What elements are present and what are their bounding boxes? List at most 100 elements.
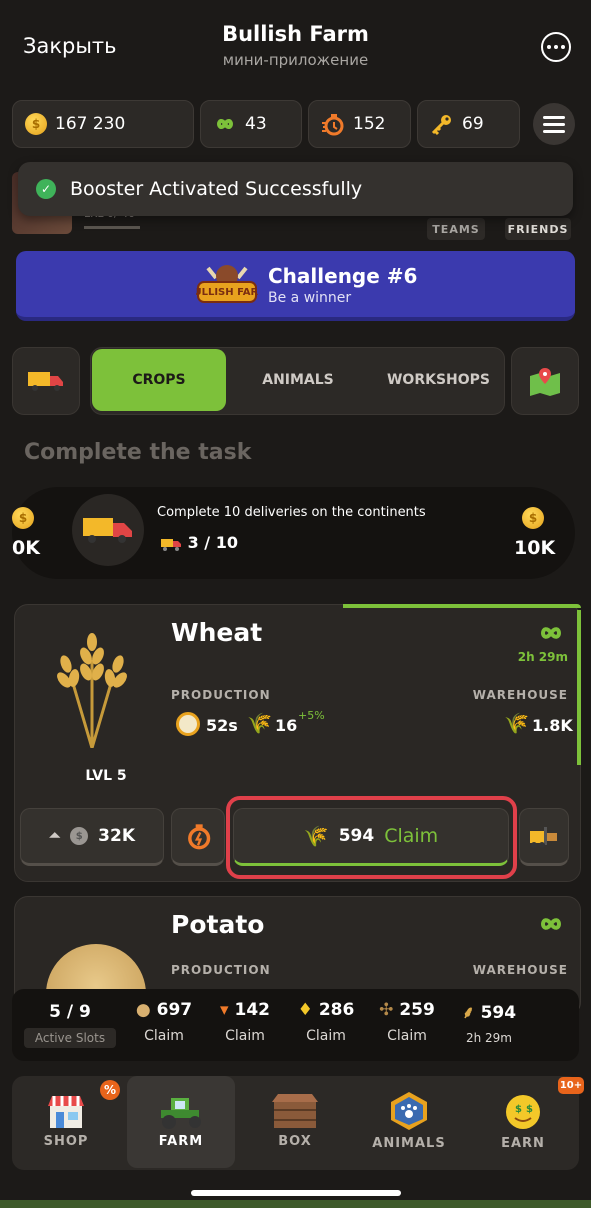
- speedup-button[interactable]: [171, 808, 225, 866]
- toast-notification: ✓ Booster Activated Successfully: [18, 162, 573, 216]
- stopwatch-icon: [322, 114, 344, 136]
- slot-label: Claim: [387, 1028, 427, 1044]
- truck-icon: [28, 372, 63, 391]
- tab-crops[interactable]: CROPS: [92, 349, 226, 411]
- slot-value: 142: [234, 1000, 270, 1020]
- truck-icon: [161, 538, 181, 551]
- wheat-icon: [57, 633, 127, 748]
- app-subtitle: мини-приложение: [222, 51, 369, 69]
- task-progress-value: 3 / 10: [187, 533, 238, 552]
- slot-grape[interactable]: ✣ 259 Claim: [367, 1000, 447, 1044]
- warehouse-amount: 1.8K: [532, 716, 573, 735]
- production-time: 52s: [206, 716, 238, 735]
- map-icon: [530, 368, 560, 396]
- claim-highlight: [226, 796, 517, 879]
- crop-name: Potato: [171, 910, 265, 939]
- home-indicator: [191, 1190, 401, 1196]
- profile-progress-bar: [84, 226, 140, 229]
- wheat-icon: 🌾: [247, 711, 272, 735]
- coin-icon: $: [522, 507, 544, 529]
- nav-farm[interactable]: FARM: [127, 1076, 235, 1168]
- nav-box[interactable]: BOX: [241, 1076, 349, 1168]
- teams-chip[interactable]: TEAMS: [427, 218, 485, 240]
- boosters-value: 43: [245, 114, 267, 134]
- corn-icon: ♦: [297, 1000, 313, 1020]
- infinity-booster-icon: [216, 119, 234, 129]
- delivery-icon-circle: [72, 494, 144, 566]
- nav-label: ANIMALS: [372, 1136, 446, 1151]
- slot-corn[interactable]: ♦ 286 Claim: [286, 1000, 366, 1044]
- silver-coin-icon: $: [70, 827, 89, 845]
- slot-label: Claim: [144, 1028, 184, 1044]
- upgrade-button[interactable]: ⏶ $ 32K: [20, 808, 164, 866]
- active-slots-counter: 5 / 9 Active Slots: [24, 1002, 116, 1048]
- challenge-subtitle: Be a winner: [268, 290, 352, 306]
- key-icon: [431, 115, 451, 136]
- wheat-icon: ⸙: [461, 1003, 475, 1023]
- sale-badge: %: [100, 1080, 120, 1100]
- warehouse-label: WAREHOUSE: [472, 688, 568, 702]
- logo-text: BULLISH FARM: [196, 287, 258, 298]
- stopwatch-icon: [188, 824, 211, 850]
- active-slots-label: Active Slots: [24, 1028, 116, 1048]
- production-label: PRODUCTION: [171, 963, 271, 977]
- coins-balance[interactable]: $ 167 230: [12, 100, 194, 148]
- double-chevron-up-icon: ⏶: [48, 828, 61, 844]
- money-face-icon: $ $: [506, 1095, 540, 1129]
- slot-value: 259: [399, 1000, 435, 1020]
- grape-icon: ✣: [379, 1000, 394, 1020]
- tab-workshops[interactable]: WORKSHOPS: [380, 349, 497, 411]
- timers-value: 152: [353, 114, 386, 134]
- boosters-balance[interactable]: 43: [200, 100, 302, 148]
- forklift-button[interactable]: [519, 808, 569, 866]
- svg-text:$: $: [526, 1104, 533, 1115]
- map-button[interactable]: [511, 347, 579, 415]
- nav-label: FARM: [158, 1134, 204, 1149]
- notification-badge: 10+: [558, 1077, 584, 1094]
- boost-timer: 2h 29m: [517, 650, 568, 664]
- tractor-icon: [161, 1098, 201, 1129]
- clock-icon: [176, 712, 200, 736]
- delivery-truck-button[interactable]: [12, 347, 80, 415]
- nav-label: SHOP: [43, 1134, 89, 1149]
- task-reward: 10K: [514, 537, 556, 559]
- timers-balance[interactable]: 152: [308, 100, 411, 148]
- toast-text: Booster Activated Successfully: [70, 178, 363, 200]
- nav-label: BOX: [278, 1134, 312, 1149]
- slot-label: Claim: [225, 1028, 265, 1044]
- menu-button[interactable]: [533, 103, 575, 145]
- slot-potato[interactable]: ● 697 Claim: [124, 1000, 204, 1044]
- paw-icon: [391, 1092, 427, 1130]
- prev-task-reward: 0K: [12, 537, 40, 559]
- bullish-farm-logo: BULLISH FARM: [196, 265, 258, 303]
- potato-icon: ●: [135, 1000, 151, 1020]
- wheat-icon: 🌾: [504, 711, 529, 735]
- slot-label: Claim: [306, 1028, 346, 1044]
- slot-wheat[interactable]: ⸙ 594 2h 29m: [446, 1000, 532, 1045]
- crop-level: LVL 5: [85, 768, 127, 784]
- coin-icon: $: [12, 507, 34, 529]
- forklift-icon: [530, 827, 557, 848]
- production-bonus: +5%: [298, 709, 325, 722]
- friends-chip[interactable]: FRIENDS: [505, 218, 571, 240]
- crop-name: Wheat: [171, 618, 263, 647]
- more-options-button[interactable]: [541, 32, 571, 62]
- slot-value: 697: [156, 1000, 193, 1020]
- nav-animals[interactable]: ANIMALS: [355, 1076, 463, 1168]
- warehouse-label: WAREHOUSE: [472, 963, 568, 977]
- bottom-strip: [0, 1200, 591, 1208]
- shop-icon: [48, 1096, 84, 1128]
- slot-value: 286: [318, 1000, 355, 1020]
- infinity-booster-icon: [540, 627, 562, 639]
- slot-value: 594: [480, 1003, 517, 1023]
- app-title: Bullish Farm: [222, 22, 369, 46]
- production-progress-side: [577, 610, 581, 765]
- box-icon: [272, 1094, 318, 1128]
- coins-value: 167 230: [55, 114, 126, 134]
- check-icon: ✓: [36, 179, 56, 199]
- production-label: PRODUCTION: [171, 688, 271, 702]
- tab-animals[interactable]: ANIMALS: [238, 349, 358, 411]
- keys-balance[interactable]: 69: [417, 100, 520, 148]
- slot-carrot[interactable]: ▾ 142 Claim: [205, 1000, 285, 1044]
- truck-icon: [83, 518, 132, 543]
